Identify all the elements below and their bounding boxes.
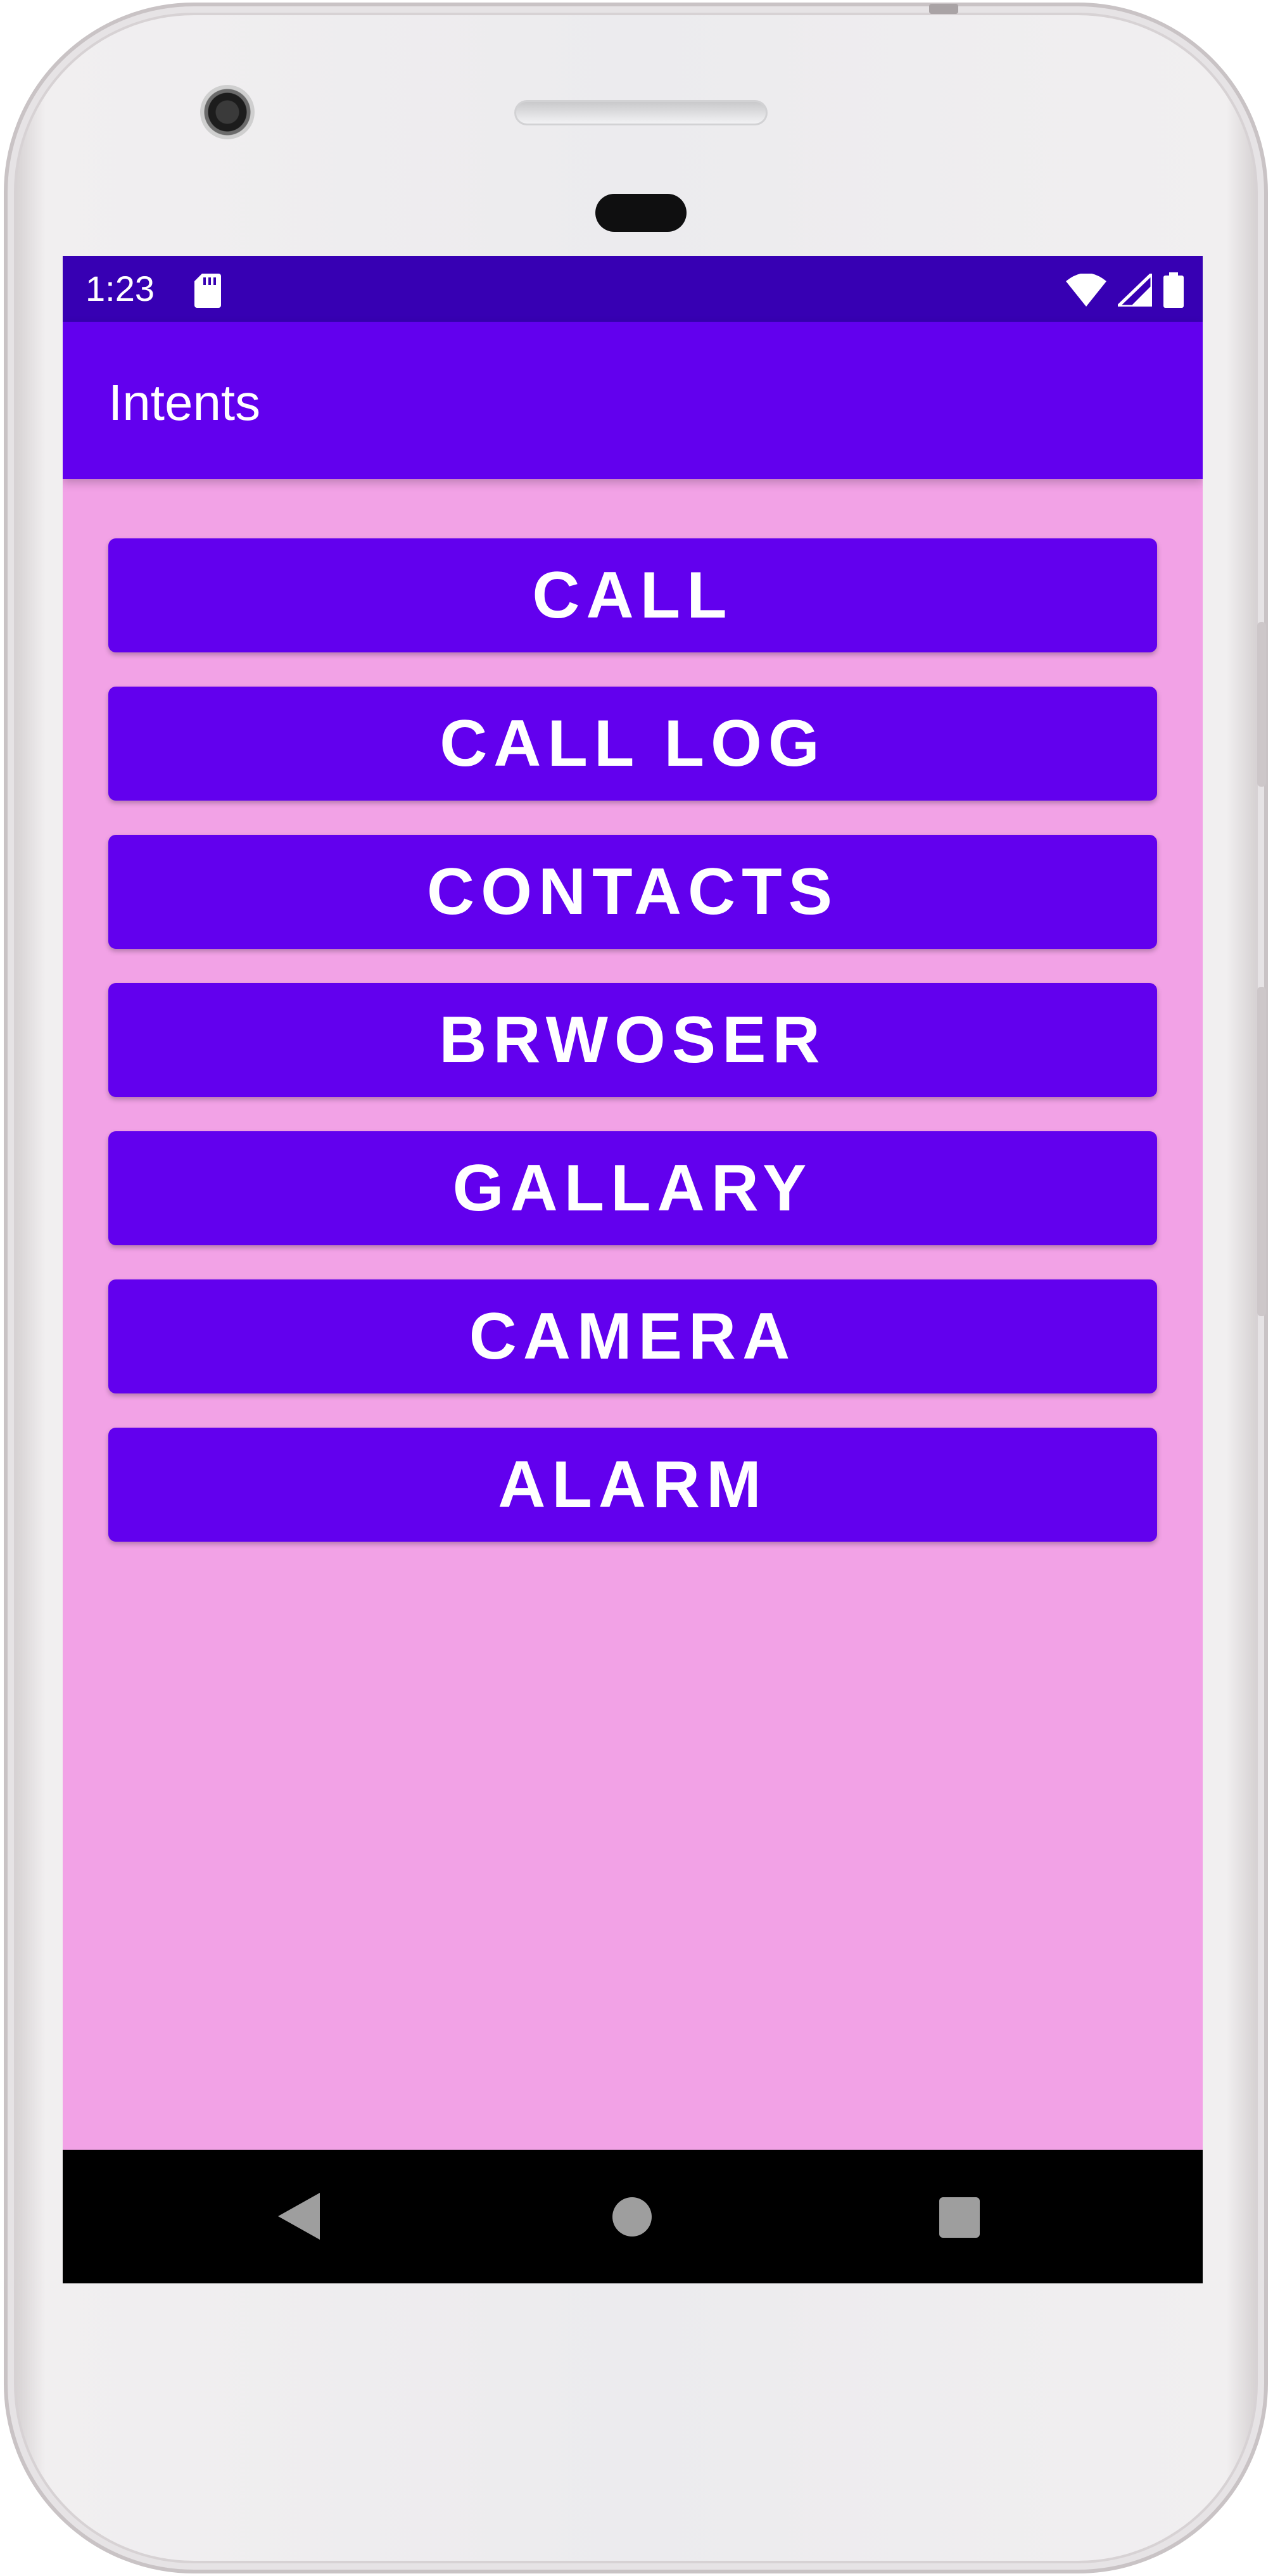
browser-button[interactable]: BRWOSER bbox=[108, 983, 1157, 1097]
earpiece-speaker bbox=[514, 100, 768, 125]
top-button bbox=[929, 4, 958, 14]
front-camera bbox=[200, 85, 255, 139]
status-time: 1:23 bbox=[86, 269, 155, 308]
wifi-icon bbox=[1066, 273, 1106, 310]
app-title: Intents bbox=[108, 374, 261, 431]
call-button[interactable]: CALL bbox=[108, 538, 1157, 652]
home-icon[interactable] bbox=[612, 2197, 652, 2237]
battery-icon bbox=[1163, 272, 1184, 311]
app-bar: Intents bbox=[63, 322, 1203, 479]
volume-button bbox=[1257, 987, 1266, 1316]
back-icon[interactable] bbox=[278, 2193, 320, 2243]
status-bar: 1:23 bbox=[63, 256, 1203, 322]
intent-button-list: CALL CALL LOG CONTACTS BRWOSER GALLARY C… bbox=[108, 538, 1157, 1576]
recents-icon[interactable] bbox=[939, 2197, 980, 2238]
alarm-button[interactable]: ALARM bbox=[108, 1428, 1157, 1542]
device-screen: 1:23 Intents CALL CALL LOG CONTACTS BRWO… bbox=[63, 256, 1203, 2283]
contacts-button[interactable]: CONTACTS bbox=[108, 835, 1157, 949]
proximity-sensor bbox=[595, 194, 687, 232]
navigation-bar bbox=[63, 2150, 1203, 2283]
call-log-button[interactable]: CALL LOG bbox=[108, 687, 1157, 801]
cell-signal-icon bbox=[1113, 270, 1154, 310]
gallery-button[interactable]: GALLARY bbox=[108, 1131, 1157, 1245]
sd-card-icon bbox=[194, 274, 221, 308]
power-button bbox=[1257, 622, 1266, 787]
status-icons bbox=[1066, 270, 1184, 311]
camera-button[interactable]: CAMERA bbox=[108, 1279, 1157, 1393]
